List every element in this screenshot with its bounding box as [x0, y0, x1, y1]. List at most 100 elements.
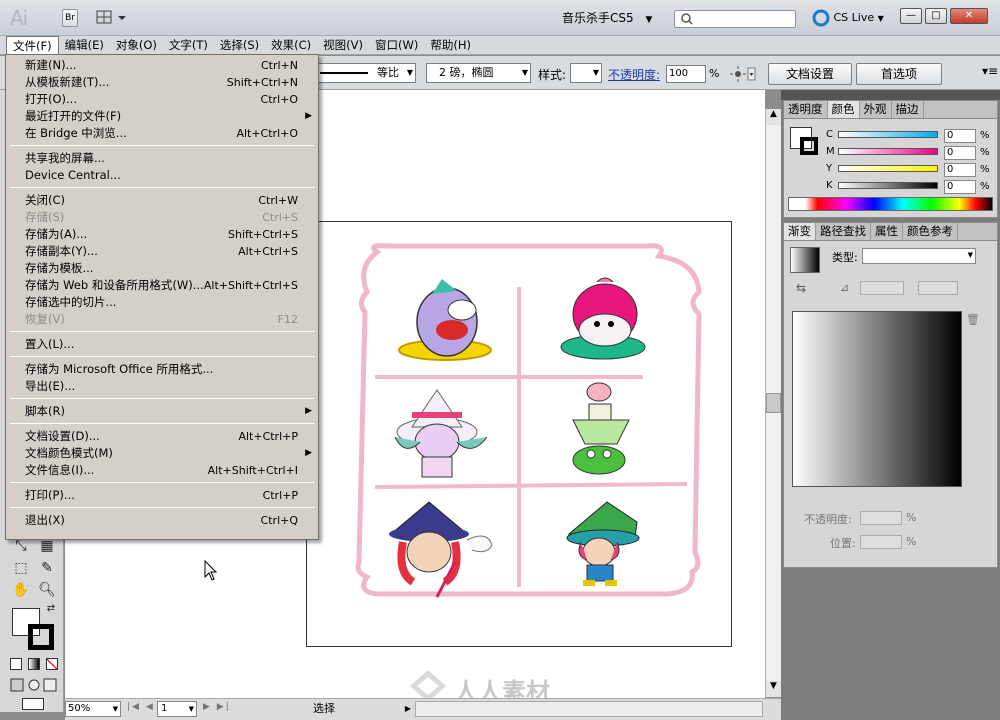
panel-tab[interactable]: 颜色 — [827, 101, 860, 118]
file-menu-item[interactable]: 在 Bridge 中浏览... Alt+Ctrl+O — [6, 125, 318, 142]
gradient-mode-icon[interactable] — [28, 658, 40, 670]
menu-0[interactable]: 文件(F) — [6, 36, 59, 54]
hand-tool-icon[interactable]: ✋ — [10, 580, 32, 600]
panel-tab[interactable]: 外观 — [860, 101, 892, 118]
preferences-button[interactable]: 首选项 — [856, 63, 942, 85]
file-menu-item[interactable]: 存储为 Microsoft Office 所用格式... — [6, 361, 318, 378]
none-mode-icon[interactable] — [46, 658, 58, 670]
file-menu-item[interactable]: 文档颜色模式(M) ▶ — [6, 445, 318, 462]
cs-live-button[interactable]: CS Live ▼ — [812, 7, 884, 29]
brush-select[interactable]: 2 磅，椭圆 ▼ — [426, 63, 531, 83]
page-select[interactable]: 1 ▼ — [157, 701, 197, 717]
file-menu-item[interactable]: 存储为(A)... Shift+Ctrl+S — [6, 226, 318, 243]
search-input[interactable] — [674, 10, 796, 28]
close-button[interactable]: ✕ — [950, 8, 988, 24]
channel-value-input[interactable]: 0 — [944, 146, 976, 160]
file-menu-item[interactable]: 存储选中的切片... — [6, 294, 318, 311]
zoom-tool-icon[interactable]: 🔍︎ — [36, 580, 58, 600]
file-menu-item[interactable]: 导出(E)... — [6, 378, 318, 395]
file-menu-item[interactable]: 共享我的屏幕... — [6, 150, 318, 167]
dock-header[interactable] — [781, 90, 1000, 100]
scroll-up-icon[interactable]: ▲ — [766, 109, 781, 125]
last-page-icon[interactable]: ▶ ▶| — [203, 702, 231, 712]
artboard[interactable] — [306, 221, 732, 647]
minimize-button[interactable]: — — [900, 8, 922, 24]
opacity-input[interactable]: 100 — [666, 65, 706, 83]
file-menu-item[interactable]: 新建(N)... Ctrl+N — [6, 57, 318, 74]
horizontal-scroll-track[interactable] — [415, 701, 763, 717]
bridge-button[interactable]: Br — [62, 9, 78, 27]
channel-value-input[interactable]: 0 — [944, 163, 976, 177]
trash-icon[interactable]: 🗑︎ — [966, 313, 980, 326]
menu-7[interactable]: 窗口(W) — [369, 36, 424, 54]
channel-value-input[interactable]: 0 — [944, 129, 976, 143]
file-menu-item[interactable]: 文档设置(D)... Alt+Ctrl+P — [6, 428, 318, 445]
color-spectrum[interactable] — [788, 197, 993, 211]
stroke-profile-select[interactable]: 等比 ▼ — [318, 63, 416, 83]
file-menu-item[interactable]: 存储为 Web 和设备所用格式(W)... Alt+Shift+Ctrl+S — [6, 277, 318, 294]
channel-slider[interactable] — [838, 182, 938, 189]
slice-tool-icon[interactable]: ✎ — [36, 558, 58, 578]
reverse-gradient-icon[interactable]: ⇆ — [796, 281, 806, 295]
file-menu-item[interactable]: 打印(P)... Ctrl+P — [6, 487, 318, 504]
gradient-type-select[interactable]: ▼ — [862, 248, 976, 264]
style-select[interactable]: ▼ — [570, 63, 602, 83]
scroll-thumb[interactable] — [766, 393, 781, 413]
document-setup-button[interactable]: 文档设置 — [768, 63, 852, 85]
arrange-documents-button[interactable] — [96, 9, 130, 27]
first-page-icon[interactable]: |◀ ◀ — [127, 702, 155, 712]
maximize-button[interactable]: □ — [925, 8, 947, 24]
panel-tab[interactable]: 透明度 — [784, 101, 828, 118]
panel-menu-icon[interactable]: ▾≡ — [982, 64, 998, 78]
opacity-link[interactable]: 不透明度: — [608, 66, 660, 83]
menu-5[interactable]: 效果(C) — [265, 36, 317, 54]
menu-8[interactable]: 帮助(H) — [424, 36, 477, 54]
color-mode-icon[interactable] — [10, 658, 22, 670]
gradient-position-input[interactable] — [860, 535, 902, 549]
file-menu-item[interactable]: 存储副本(Y)... Alt+Ctrl+S — [6, 243, 318, 260]
file-menu-item[interactable]: Device Central... — [6, 167, 318, 184]
aspect-input[interactable] — [918, 281, 958, 295]
swap-colors-icon[interactable]: ⇄ — [44, 602, 58, 616]
channel-slider[interactable] — [838, 148, 938, 155]
artboard-tool-icon[interactable]: ⬚ — [10, 558, 32, 578]
menu-4[interactable]: 选择(S) — [214, 36, 265, 54]
file-menu-item[interactable]: 存储为模板... — [6, 260, 318, 277]
file-menu-item[interactable]: 最近打开的文件(F) ▶ — [6, 108, 318, 125]
channel-slider[interactable] — [838, 131, 938, 138]
file-menu-item[interactable]: 打开(O)... Ctrl+O — [6, 91, 318, 108]
zoom-select[interactable]: 50% ▼ — [65, 701, 121, 717]
file-menu-item[interactable]: 关闭(C) Ctrl+W — [6, 192, 318, 209]
gradient-opacity-input[interactable] — [860, 511, 902, 525]
gradient-preview[interactable] — [792, 311, 962, 487]
panel-tab[interactable]: 颜色参考 — [903, 223, 958, 240]
chevron-down-icon: ▼ — [521, 68, 528, 77]
panel-tab[interactable]: 描边 — [892, 101, 924, 118]
angle-input[interactable] — [860, 281, 904, 295]
workspace-switcher[interactable]: 音乐杀手CS5 ▼ — [562, 8, 658, 28]
panel-tab[interactable]: 属性 — [871, 223, 903, 240]
color-stroke-swatch[interactable] — [800, 137, 818, 155]
panel-tab[interactable]: 渐变 — [784, 223, 816, 240]
screen-mode-icon[interactable] — [22, 698, 44, 710]
menu-1[interactable]: 编辑(E) — [59, 36, 110, 54]
file-menu-item[interactable]: 从模板新建(T)... Shift+Ctrl+N — [6, 74, 318, 91]
scroll-down-icon[interactable]: ▼ — [766, 681, 781, 697]
draw-mode-icons[interactable] — [10, 678, 58, 692]
menu-6[interactable]: 视图(V) — [317, 36, 369, 54]
recolor-button[interactable] — [728, 64, 756, 84]
file-menu-item[interactable]: 退出(X) Ctrl+Q — [6, 512, 318, 529]
gradient-swatch[interactable] — [790, 247, 820, 273]
menu-3[interactable]: 文字(T) — [163, 36, 214, 54]
stroke-swatch[interactable] — [28, 624, 54, 650]
menu-2[interactable]: 对象(O) — [110, 36, 163, 54]
vertical-scrollbar[interactable]: ▲ ▼ — [765, 109, 781, 697]
style-label: 样式: — [538, 68, 567, 82]
channel-slider[interactable] — [838, 165, 938, 172]
file-menu-item[interactable]: 文件信息(I)... Alt+Shift+Ctrl+I — [6, 462, 318, 479]
status-mode[interactable]: 选择 ▶ — [235, 701, 413, 717]
file-menu-item[interactable]: 置入(L)... — [6, 336, 318, 353]
file-menu-item[interactable]: 脚本(R) ▶ — [6, 403, 318, 420]
panel-tab[interactable]: 路径查找 — [816, 223, 871, 240]
channel-value-input[interactable]: 0 — [944, 180, 976, 194]
